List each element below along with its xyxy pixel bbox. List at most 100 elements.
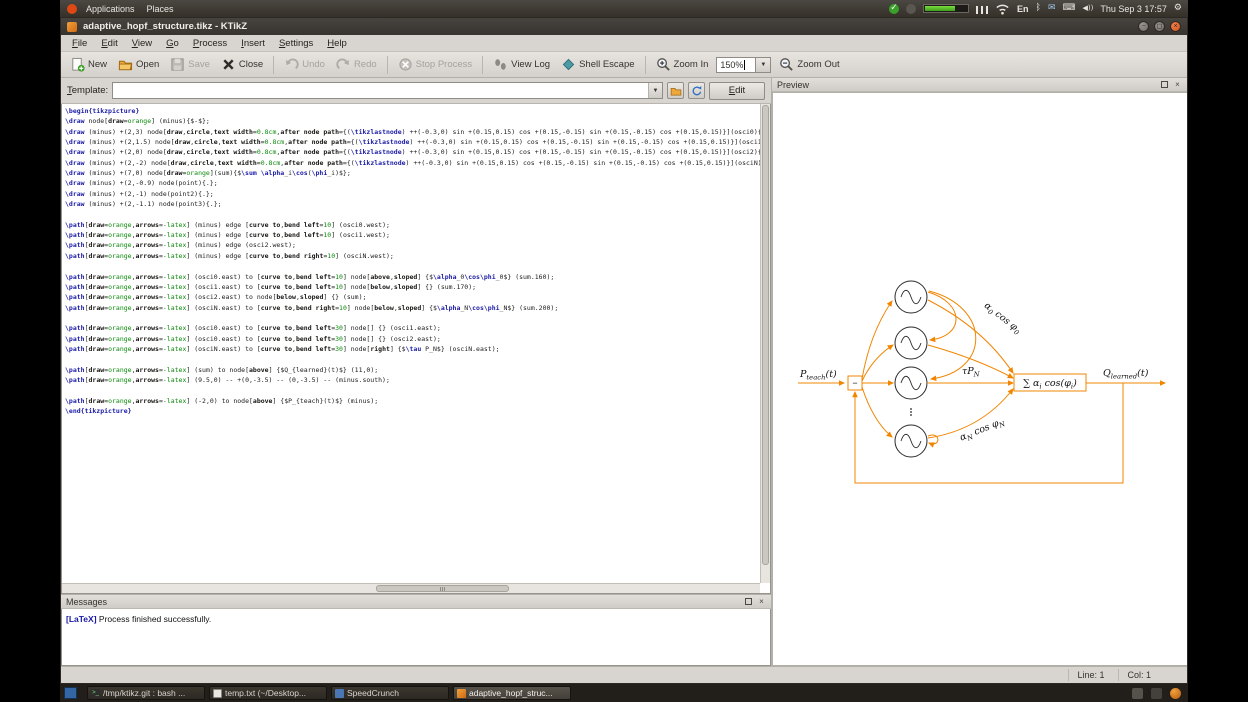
template-open-button[interactable] [667, 82, 684, 99]
places-menu[interactable]: Places [141, 4, 180, 14]
refresh-icon [691, 85, 703, 97]
screen: Applications Places ✓ En ᛒ ✉ ⌨ ◀)) Thu S… [0, 0, 1248, 702]
update-check-icon[interactable]: ✓ [889, 4, 899, 14]
session-gear-icon[interactable]: ⚙ [1174, 4, 1182, 13]
desktop: Applications Places ✓ En ᛒ ✉ ⌨ ◀)) Thu S… [60, 0, 1188, 702]
zoom-dropdown-arrow[interactable]: ▼ [756, 57, 771, 73]
maximize-button[interactable]: ◻ [1154, 21, 1165, 32]
menu-process[interactable]: Process [186, 37, 234, 50]
tray-icon-1[interactable] [1132, 688, 1143, 699]
mail-icon[interactable]: ✉ [1048, 4, 1056, 13]
preview-close-button[interactable]: × [1173, 80, 1182, 89]
scrollbar-thumb[interactable] [376, 585, 509, 592]
zoom-level-combo[interactable]: 150% ▼ [716, 57, 771, 73]
messages-body: [LaTeX] Process finished successfully. [61, 609, 771, 666]
scrollbar-thumb[interactable] [762, 105, 769, 565]
float-icon [1161, 81, 1168, 88]
menu-view[interactable]: View [125, 37, 159, 50]
messages-title: Messages [66, 597, 107, 607]
zoom-in-button[interactable]: Zoom In [651, 55, 714, 74]
label-tau-pn: τPN [962, 366, 981, 379]
tray-icon-update[interactable] [1170, 688, 1181, 699]
messages-close-button[interactable]: × [757, 597, 766, 606]
save-button[interactable]: Save [165, 55, 215, 74]
label-p-teach: Pteach(t) [799, 369, 837, 382]
editor-vertical-scrollbar[interactable] [760, 104, 770, 583]
load-bars-icon[interactable] [976, 4, 988, 14]
view-log-button[interactable]: View Log [488, 55, 555, 74]
language-indicator[interactable]: En [1017, 4, 1029, 14]
workspace-switcher-icon[interactable] [64, 687, 77, 699]
ktikz-icon [457, 689, 466, 698]
minimize-button[interactable]: − [1138, 21, 1149, 32]
editor-column: Template: ▼ Edit \begin{tikzpicture}\dra… [61, 78, 771, 666]
open-button[interactable]: Open [113, 55, 164, 74]
menu-help[interactable]: Help [320, 37, 354, 50]
toolbar-separator [273, 56, 274, 74]
zoom-in-icon [656, 57, 671, 72]
editor-wrap: \begin{tikzpicture}\draw node[draw=orang… [61, 104, 771, 594]
zoom-out-button[interactable]: Zoom Out [774, 55, 844, 74]
code-editor[interactable]: \begin{tikzpicture}\draw node[draw=orang… [62, 104, 760, 583]
zoom-level-input[interactable]: 150% [716, 57, 756, 73]
template-reload-button[interactable] [688, 82, 705, 99]
stop-process-button[interactable]: Stop Process [393, 55, 478, 74]
close-icon: × [1175, 81, 1180, 89]
globe-icon[interactable] [906, 4, 916, 14]
applications-menu[interactable]: Applications [80, 4, 141, 14]
status-col: Col: 1 [1118, 669, 1159, 681]
message-text: Process finished successfully. [97, 614, 212, 624]
redo-button[interactable]: Redo [331, 55, 382, 74]
menubar: File Edit View Go Process Insert Setting… [61, 35, 1187, 52]
oscillator-nodes [895, 281, 927, 457]
bluetooth-icon[interactable]: ᛒ [1036, 4, 1041, 13]
menu-edit[interactable]: Edit [94, 37, 124, 50]
close-button[interactable]: × [1170, 21, 1181, 32]
distro-logo-icon[interactable] [67, 4, 77, 14]
volume-icon[interactable]: ◀)) [1083, 5, 1094, 12]
label-alpha0: α0 cos φ0 [981, 300, 1024, 337]
status-line: Line: 1 [1068, 669, 1112, 681]
new-document-icon [70, 57, 85, 72]
editor-horizontal-scrollbar[interactable] [62, 583, 760, 593]
calculator-icon [335, 689, 344, 698]
fanout-arrows [862, 301, 893, 437]
template-row: Template: ▼ Edit [61, 78, 771, 104]
tray-icon-2[interactable] [1151, 688, 1162, 699]
messages-float-button[interactable] [744, 597, 753, 606]
feedback-path [855, 383, 1123, 483]
ktikz-window: adaptive_hopf_structure.tikz - KTikZ − ◻… [60, 17, 1188, 684]
template-edit-button[interactable]: Edit [709, 82, 765, 100]
taskbar-item-texteditor[interactable]: temp.txt (~/Desktop... [209, 686, 327, 700]
float-icon [745, 598, 752, 605]
menu-insert[interactable]: Insert [234, 37, 272, 50]
wifi-icon[interactable] [995, 1, 1010, 16]
template-dropdown-arrow[interactable]: ▼ [648, 83, 662, 98]
titlebar[interactable]: adaptive_hopf_structure.tikz - KTikZ − ◻… [61, 18, 1187, 35]
template-combobox[interactable]: ▼ [112, 82, 663, 99]
preview-float-button[interactable] [1160, 80, 1169, 89]
new-button[interactable]: New [65, 55, 112, 74]
menu-settings[interactable]: Settings [272, 37, 320, 50]
clock[interactable]: Thu Sep 3 17:57 [1100, 4, 1167, 14]
toolbar-separator [482, 56, 483, 74]
menu-file[interactable]: File [65, 37, 94, 50]
menu-go[interactable]: Go [159, 37, 186, 50]
preview-canvas: Pteach(t) − [772, 92, 1187, 666]
keyboard-icon[interactable]: ⌨ [1063, 4, 1076, 13]
network-meter-icon[interactable] [923, 4, 969, 13]
close-file-button[interactable]: Close [216, 55, 268, 74]
vertical-dots [910, 408, 912, 416]
open-folder-icon [118, 57, 133, 72]
taskbar-item-terminal[interactable]: >_ /tmp/ktikz.git : bash ... [87, 686, 205, 700]
preview-title: Preview [777, 80, 809, 90]
sum-label: ∑ αi cos(φi) [1023, 378, 1077, 391]
close-x-icon [221, 57, 236, 72]
taskbar-item-ktikz[interactable]: adaptive_hopf_struc... [453, 686, 571, 700]
taskbar-item-speedcrunch[interactable]: SpeedCrunch [331, 686, 449, 700]
preview-header: Preview × [772, 78, 1187, 92]
stop-icon [398, 57, 413, 72]
undo-button[interactable]: Undo [279, 55, 330, 74]
undo-icon [284, 57, 299, 72]
shell-escape-button[interactable]: Shell Escape [556, 55, 639, 74]
